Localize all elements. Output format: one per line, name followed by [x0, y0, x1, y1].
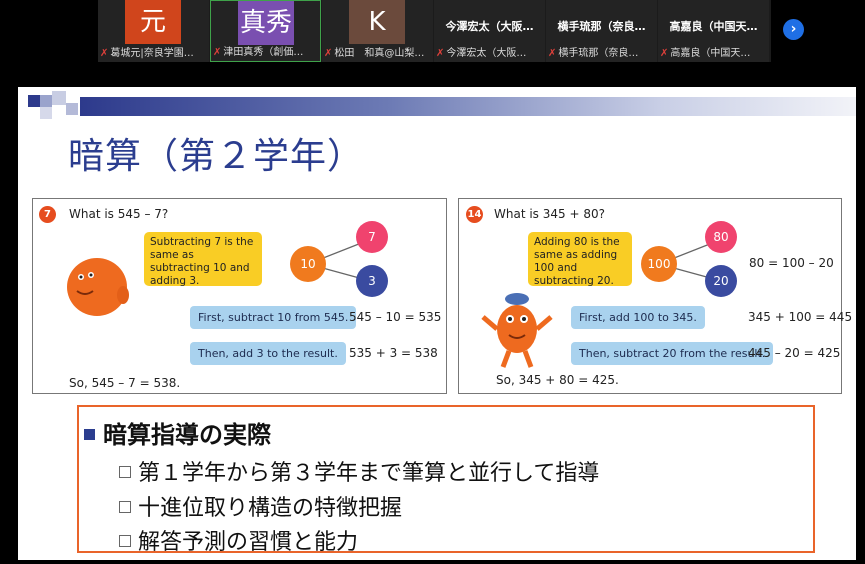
participant-tile-1[interactable]: 元 ✗ 葛城元|奈良学園… [98, 0, 209, 62]
slide-title: 暗算（第２学年） [68, 136, 365, 177]
participant-title: 高嘉良（中国天… [669, 20, 758, 33]
square-bullet-icon [84, 429, 95, 440]
summary-item: 第１学年から第３学年まで筆算と並行して指導 [119, 455, 599, 487]
monster-illustration [67, 258, 129, 316]
avatar: 元 [125, 0, 181, 44]
mic-muted-icon: ✗ [548, 48, 557, 59]
split-root-circle: 100 [641, 246, 677, 282]
question-text: What is 545 – 7? [69, 207, 169, 221]
participant-tile-2[interactable]: 真秀 ✗ 津田真秀（創価… [210, 0, 321, 62]
question-number-badge: 7 [39, 206, 56, 223]
step-two-label: Then, subtract 20 from the result. [571, 342, 774, 365]
split-bottom-circle: 3 [356, 265, 388, 297]
mic-muted-icon: ✗ [324, 48, 333, 59]
hint-bubble: Adding 80 is the same as adding 100 and … [528, 232, 632, 287]
mic-muted-icon: ✗ [660, 48, 669, 59]
split-bottom-circle: 20 [705, 265, 737, 297]
decor-square [40, 95, 52, 107]
step-two-label: Then, add 3 to the result. [190, 342, 346, 365]
monster-illustration [481, 293, 553, 368]
decor-square [40, 107, 52, 119]
participant-name: ✗ 横手琉那（奈良… [548, 48, 639, 59]
question-number-badge: 14 [466, 206, 483, 223]
mic-muted-icon: ✗ [100, 48, 109, 59]
participant-strip: 元 ✗ 葛城元|奈良学園… 真秀 ✗ 津田真秀（創価… K ✗ 松田 和真@山梨… 今… [98, 0, 771, 62]
checkbox-bullet-icon [119, 501, 131, 513]
split-root-circle: 10 [290, 246, 326, 282]
hint-bubble: Subtracting 7 is the same as subtracting… [144, 232, 262, 287]
next-page-button[interactable]: › [783, 19, 804, 40]
conclusion-text: So, 345 + 80 = 425. [496, 373, 619, 387]
decor-square [28, 95, 40, 107]
summary-box: 暗算指導の実際 第１学年から第３学年まで筆算と並行して指導 十進位取り構造の特徴… [77, 405, 815, 556]
split-equation: 80 = 100 – 20 [749, 256, 834, 270]
shared-slide: 暗算（第２学年） 7 What is 545 – 7? Subtracting … [18, 87, 856, 560]
step-one-equation: 345 + 100 = 445 [748, 310, 853, 324]
split-top-circle: 7 [356, 221, 388, 253]
step-one-equation: 545 – 10 = 535 [349, 310, 442, 324]
example-panel-left: 7 What is 545 – 7? Subtracting 7 is the … [32, 198, 447, 394]
participant-name: ✗ 葛城元|奈良学園… [100, 48, 194, 59]
split-top-circle: 80 [705, 221, 737, 253]
checkbox-bullet-icon [119, 535, 131, 547]
participant-tile-3[interactable]: K ✗ 松田 和真@山梨… [322, 0, 433, 62]
participant-tile-4[interactable]: 今澤宏太（大阪… ✗ 今澤宏太（大阪… [434, 0, 545, 62]
participant-name: ✗ 今澤宏太（大阪… [436, 48, 527, 59]
participant-tile-6[interactable]: 高嘉良（中国天… ✗ 高嘉良（中国天… [658, 0, 769, 62]
participant-name: ✗ 松田 和真@山梨… [324, 48, 425, 59]
decor-square [66, 103, 78, 115]
participant-title: 横手琉那（奈良… [557, 20, 646, 33]
step-one-label: First, add 100 to 345. [571, 306, 705, 329]
title-accent-bar [80, 97, 856, 116]
avatar: K [349, 0, 405, 44]
summary-item: 解答予測の習慣と能力 [119, 524, 358, 556]
question-text: What is 345 + 80? [494, 207, 605, 221]
example-panel-right: 14 What is 345 + 80? Adding 80 is the sa… [458, 198, 852, 394]
decor-square [52, 91, 66, 105]
step-one-label: First, subtract 10 from 545. [190, 306, 357, 329]
checkbox-bullet-icon [119, 466, 131, 478]
avatar: 真秀 [238, 1, 294, 45]
mic-muted-icon: ✗ [213, 47, 222, 58]
summary-item: 十進位取り構造の特徴把握 [119, 490, 402, 522]
participant-name: ✗ 高嘉良（中国天… [660, 48, 751, 59]
conclusion-text: So, 545 – 7 = 538. [69, 376, 181, 390]
participant-name: ✗ 津田真秀（創価… [213, 47, 304, 58]
mic-muted-icon: ✗ [436, 48, 445, 59]
participant-title: 今澤宏太（大阪… [445, 20, 534, 33]
step-two-equation: 445 – 20 = 425 [748, 346, 841, 360]
step-two-equation: 535 + 3 = 538 [349, 346, 438, 360]
summary-heading: 暗算指導の実際 [84, 415, 271, 450]
participant-tile-5[interactable]: 横手琉那（奈良… ✗ 横手琉那（奈良… [546, 0, 657, 62]
